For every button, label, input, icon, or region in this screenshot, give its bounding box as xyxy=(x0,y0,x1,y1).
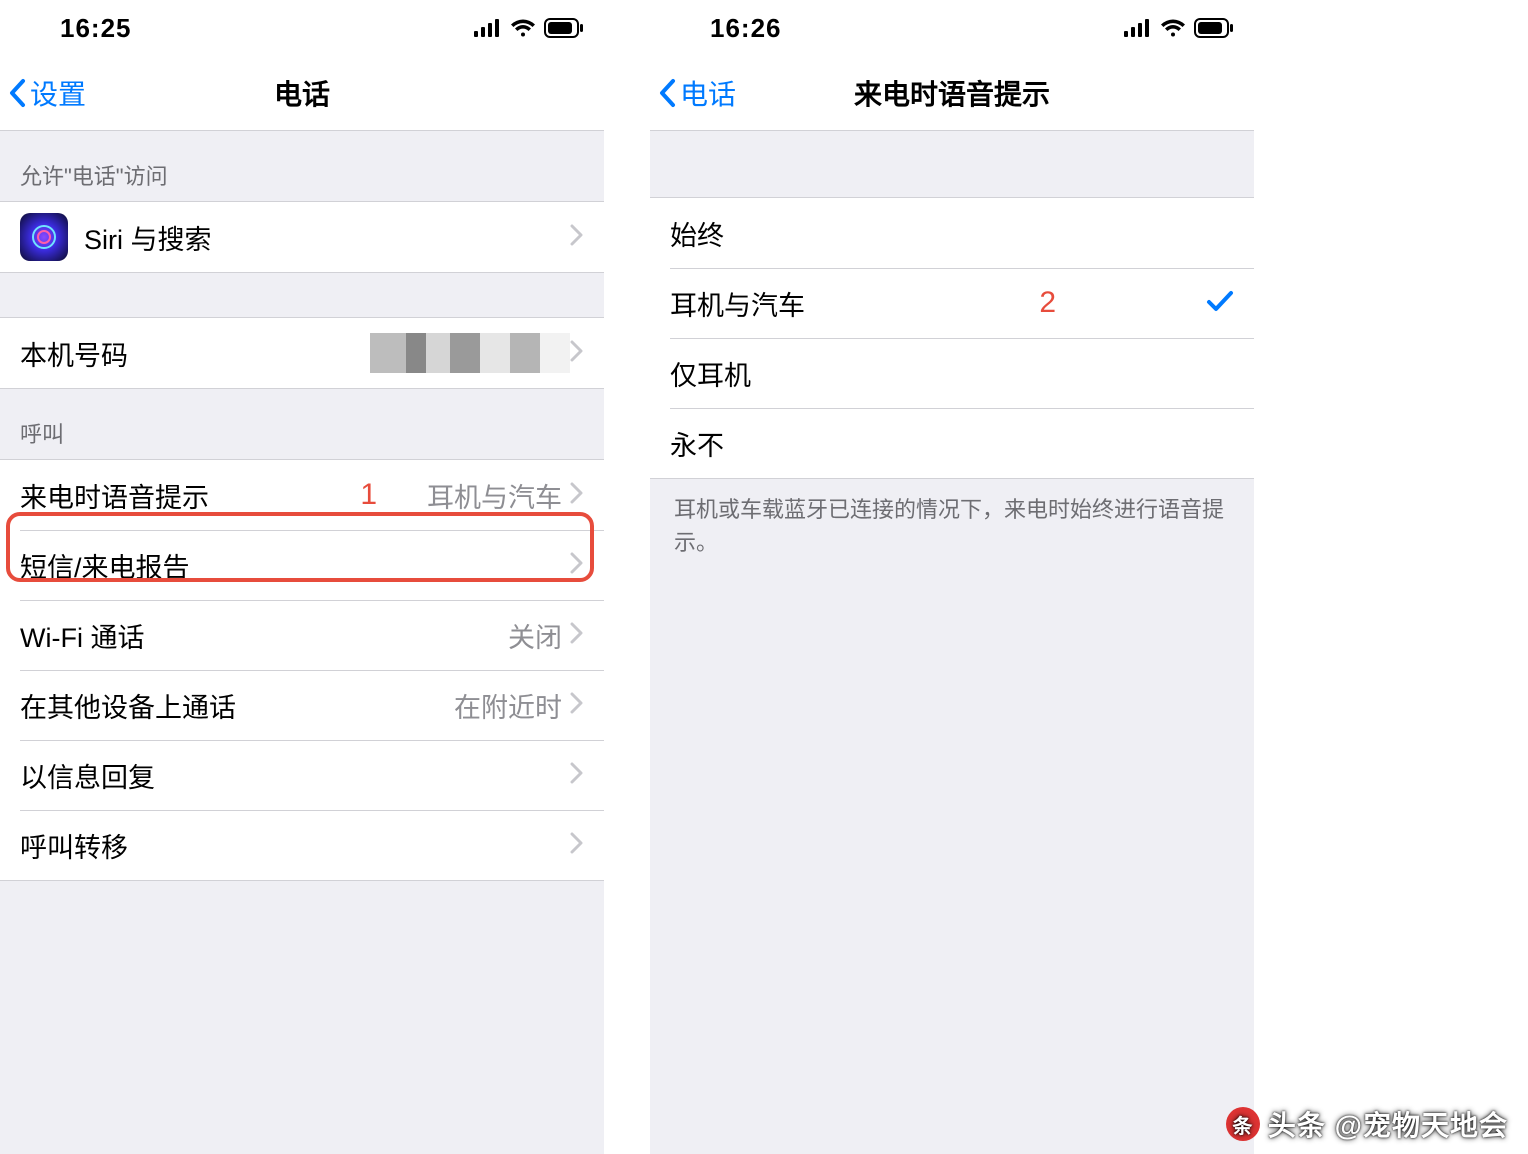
group-calling: 呼叫 来电时语音提示 1 耳机与汽车 短信/来电报告 Wi-Fi 通话 xyxy=(0,389,604,881)
back-label: 设置 xyxy=(30,73,86,113)
phone-announce-screen: 16:26 电话 来电时语音提示 始终 耳机与汽车 xyxy=(650,0,1254,1154)
status-time: 16:26 xyxy=(710,13,782,44)
option-headphones-only[interactable]: 仅耳机 xyxy=(650,338,1254,408)
back-label: 电话 xyxy=(680,73,736,113)
chevron-right-icon xyxy=(570,692,584,719)
status-icons xyxy=(1124,18,1234,38)
annotation-1: 1 xyxy=(360,478,377,512)
battery-icon xyxy=(1194,18,1234,38)
cell-label: 呼叫转移 xyxy=(20,826,128,865)
status-bar: 16:26 xyxy=(650,0,1254,56)
nav-title: 来电时语音提示 xyxy=(650,73,1254,113)
cellular-icon xyxy=(474,19,502,37)
chevron-left-icon xyxy=(658,78,678,108)
annotation-2: 2 xyxy=(1039,286,1056,320)
chevron-left-icon xyxy=(8,78,28,108)
row-siri-search[interactable]: Siri 与搜索 xyxy=(0,202,604,272)
status-icons xyxy=(474,18,584,38)
cell-label: 本机号码 xyxy=(20,334,128,373)
chevron-right-icon xyxy=(570,552,584,579)
group-allow-access: 允许"电话"访问 Siri 与搜索 xyxy=(0,131,604,273)
redacted-number xyxy=(370,333,570,373)
cell-label: Siri 与搜索 xyxy=(84,218,212,257)
back-button[interactable]: 设置 xyxy=(0,73,86,113)
cell-value: 关闭 xyxy=(508,616,562,655)
nav-bar: 电话 来电时语音提示 xyxy=(650,56,1254,131)
battery-icon xyxy=(544,18,584,38)
row-sms-call-report[interactable]: 短信/来电报告 xyxy=(0,530,604,600)
cell-label: 来电时语音提示 xyxy=(20,476,209,515)
cell-label: Wi-Fi 通话 xyxy=(20,616,144,655)
cell-label: 耳机与汽车 xyxy=(670,284,805,323)
row-wifi-calling[interactable]: Wi-Fi 通话 关闭 xyxy=(0,600,604,670)
cellular-icon xyxy=(1124,19,1152,37)
chevron-right-icon xyxy=(570,832,584,859)
row-call-forwarding[interactable]: 呼叫转移 xyxy=(0,810,604,880)
phone-settings-screen: 16:25 设置 电话 允许"电话"访问 Siri 与搜 xyxy=(0,0,604,1154)
cell-label: 永不 xyxy=(670,424,724,463)
chevron-right-icon xyxy=(570,340,584,367)
option-never[interactable]: 永不 xyxy=(650,408,1254,478)
chevron-right-icon xyxy=(570,224,584,251)
nav-bar: 设置 电话 xyxy=(0,56,604,131)
chevron-right-icon xyxy=(570,622,584,649)
check-icon xyxy=(1206,289,1234,318)
group-header: 呼叫 xyxy=(0,389,604,459)
cell-value: 耳机与汽车 xyxy=(427,476,562,515)
option-headphones-car[interactable]: 耳机与汽车 2 xyxy=(650,268,1254,338)
option-always[interactable]: 始终 xyxy=(650,198,1254,268)
cell-value: 在附近时 xyxy=(454,686,562,725)
watermark-text: 头条 @宠物天地会 xyxy=(1268,1104,1508,1144)
row-announce-calls[interactable]: 来电时语音提示 1 耳机与汽车 xyxy=(0,460,604,530)
cell-label: 始终 xyxy=(670,214,724,253)
watermark-icon: 条 xyxy=(1226,1107,1260,1141)
cell-label: 在其他设备上通话 xyxy=(20,686,236,725)
wifi-icon xyxy=(1160,18,1186,38)
status-bar: 16:25 xyxy=(0,0,604,56)
siri-icon xyxy=(20,213,68,261)
cell-label: 仅耳机 xyxy=(670,354,751,393)
group-footer: 耳机或车载蓝牙已连接的情况下，来电时始终进行语音提示。 xyxy=(650,479,1254,569)
watermark: 条 头条 @宠物天地会 xyxy=(1226,1104,1508,1144)
nav-title: 电话 xyxy=(0,73,604,113)
group-my-number: 本机号码 xyxy=(0,317,604,389)
row-my-number[interactable]: 本机号码 xyxy=(0,318,604,388)
cell-label: 以信息回复 xyxy=(20,756,155,795)
row-other-devices[interactable]: 在其他设备上通话 在附近时 xyxy=(0,670,604,740)
status-time: 16:25 xyxy=(60,13,132,44)
cell-label: 短信/来电报告 xyxy=(20,546,190,585)
back-button[interactable]: 电话 xyxy=(650,73,736,113)
chevron-right-icon xyxy=(570,762,584,789)
row-reply-message[interactable]: 以信息回复 xyxy=(0,740,604,810)
group-options: 始终 耳机与汽车 2 仅耳机 永不 耳机或车载蓝牙已连接的 xyxy=(650,197,1254,569)
group-header: 允许"电话"访问 xyxy=(0,131,604,201)
chevron-right-icon xyxy=(570,482,584,509)
wifi-icon xyxy=(510,18,536,38)
